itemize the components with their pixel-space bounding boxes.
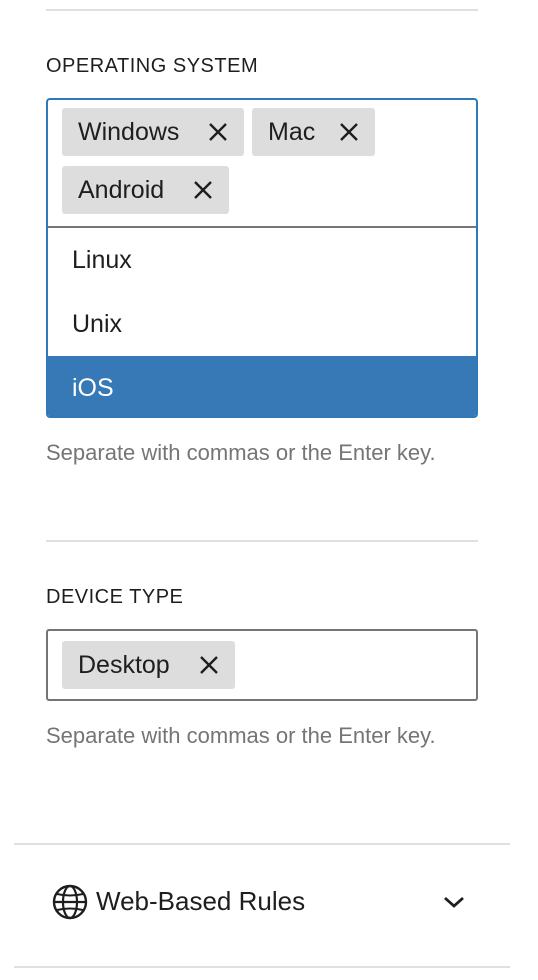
globe-icon (52, 884, 88, 920)
token-label: Windows (78, 117, 180, 146)
device-type-label: DEVICE TYPE (46, 586, 184, 608)
device-type-token-field[interactable]: Desktop (46, 629, 478, 701)
operating-system-token-field[interactable]: Windows Mac Android Linux Unix iOS (46, 98, 478, 418)
suggestion-ios[interactable]: iOS (48, 356, 476, 416)
panel-bottom-divider (14, 966, 510, 968)
token-label: Android (78, 175, 165, 204)
web-based-rules-toggle[interactable]: Web-Based Rules (14, 844, 510, 966)
chevron-down-icon (444, 896, 464, 908)
device-type-help: Separate with commas or the Enter key. (46, 723, 436, 748)
token-desktop: Desktop (62, 641, 235, 689)
suggestion-linux[interactable]: Linux (48, 228, 476, 292)
operating-system-help: Separate with commas or the Enter key. (46, 440, 436, 465)
close-icon[interactable] (197, 653, 221, 677)
panel-title: Web-Based Rules (96, 886, 306, 916)
suggestion-unix[interactable]: Unix (48, 292, 476, 356)
token-windows: Windows (62, 108, 244, 156)
close-icon[interactable] (337, 120, 361, 144)
token-mac: Mac (252, 108, 375, 156)
token-android: Android (62, 166, 229, 214)
section-divider (46, 540, 478, 542)
token-label: Mac (268, 117, 316, 146)
top-divider (46, 9, 478, 11)
close-icon[interactable] (191, 178, 215, 202)
close-icon[interactable] (206, 120, 230, 144)
suggestions-list: Linux Unix iOS (48, 226, 476, 416)
token-label: Desktop (78, 650, 170, 679)
operating-system-label: OPERATING SYSTEM (46, 55, 259, 77)
